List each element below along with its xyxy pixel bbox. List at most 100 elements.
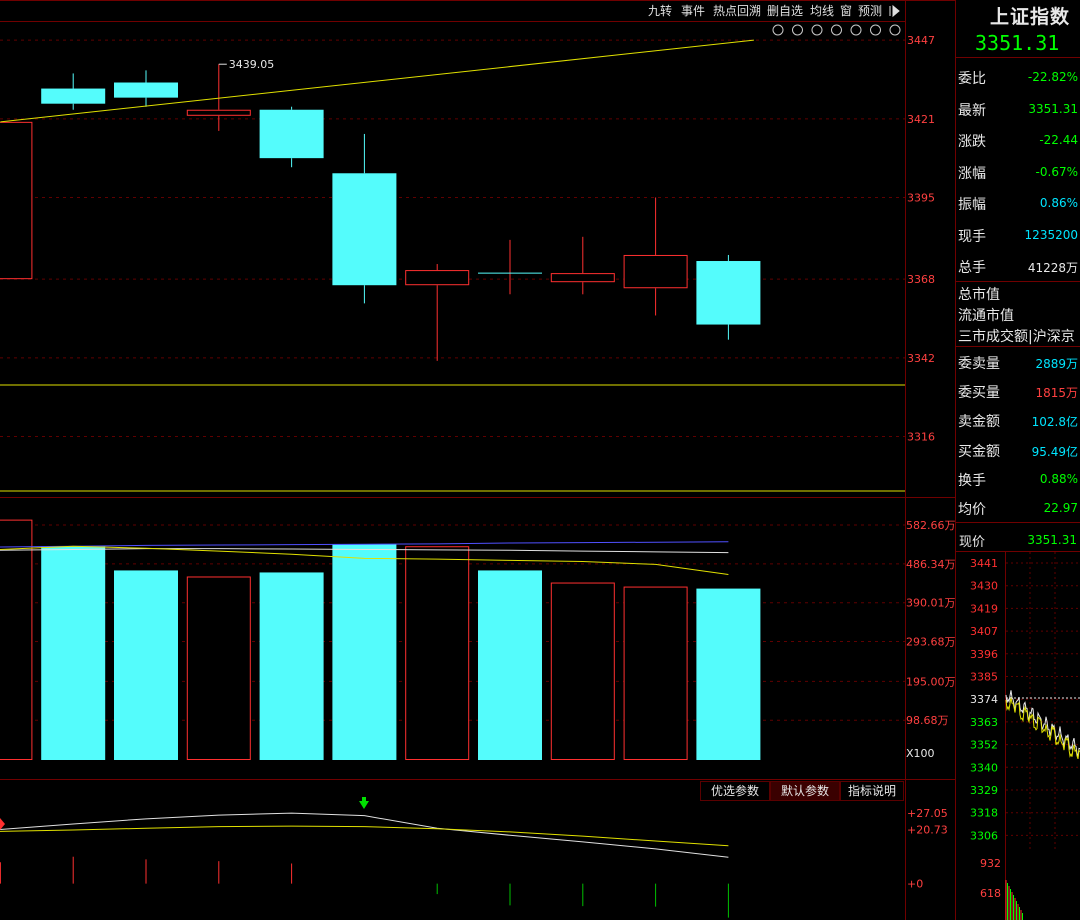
price-tick-label: 3447 [907, 34, 935, 47]
hand-icon[interactable] [792, 24, 803, 36]
candlestick-chart[interactable]: 3447 3421 3395 3368 3342 3316 3439.05 [0, 34, 935, 492]
quote-row-b-2: 卖金额 102.8亿 [955, 405, 1080, 434]
candle-body [623, 254, 688, 289]
quote-value: 0.86% [1039, 196, 1078, 210]
mini-vol-tick: 618 [980, 887, 1001, 900]
indicator-tick-label: +20.73 [907, 823, 948, 836]
tool-icons[interactable] [772, 24, 901, 36]
quote-key: 最新 [958, 102, 986, 119]
zoom-out-icon[interactable] [889, 24, 901, 36]
quote-key: 总手 [958, 260, 986, 276]
indicator-tick-label: +0 [907, 878, 923, 891]
eye-icon[interactable] [772, 24, 784, 36]
price-tick-label: 3395 [907, 191, 935, 204]
candle-body [332, 173, 397, 286]
now-price-value: 3351.31 [1027, 533, 1077, 547]
quote-key: 买金额 [958, 443, 1000, 460]
volume-tick-label: 582.66万 [906, 519, 956, 532]
volume-bar [0, 519, 33, 761]
volume-bar [332, 544, 397, 760]
quote-key: 振幅 [958, 197, 986, 213]
trend-line [0, 39, 754, 123]
quote-row-a-2: 涨跌 -22.44 [955, 125, 1080, 154]
quote-value: 1815万 [1035, 386, 1078, 401]
quote-plain-row-1: 流通市值 [958, 308, 1014, 324]
quote-row-b-3: 买金额 95.49亿 [955, 435, 1080, 464]
mini-price-tick: 3374 [970, 693, 998, 706]
volume-bar [405, 546, 470, 760]
indicator-line-1 [0, 825, 729, 847]
undo-icon[interactable] [811, 24, 823, 36]
volume-bar [696, 588, 761, 760]
index-name: 上证指数 [990, 6, 1071, 28]
mini-price-tick: 3340 [970, 761, 998, 774]
volume-tick-label: 486.34万 [906, 558, 956, 571]
quote-key: 委比 [958, 71, 986, 87]
volume-tick-label: 98.68万 [906, 714, 949, 727]
mini-price-tick: 3318 [970, 807, 998, 820]
mini-price-tick: 3363 [970, 716, 998, 729]
quote-value: 102.8亿 [1031, 415, 1078, 430]
mini-price-tick: 3419 [970, 602, 998, 615]
toolbar-item-2[interactable]: 热点回溯 [713, 3, 761, 18]
cross-up-arrow-icon [0, 818, 5, 830]
volume-bar [114, 570, 178, 760]
mini-price-tick: 3352 [970, 739, 998, 752]
quote-value: 95.49亿 [1031, 444, 1078, 459]
volume-bar [186, 576, 251, 760]
quote-key: 委买量 [958, 385, 1000, 402]
quote-value: 41228万 [1027, 261, 1078, 275]
quote-value: 3351.31 [1028, 101, 1078, 116]
indicator-help-button[interactable]: 指标说明 [840, 781, 904, 801]
volume-bar [550, 582, 615, 760]
quote-key: 委卖量 [958, 356, 1000, 372]
quote-row-a-4: 振幅 0.86% [955, 188, 1080, 217]
candle-body [550, 273, 615, 283]
quote-key: 现手 [958, 228, 986, 245]
quote-key: 均价 [958, 502, 986, 518]
mini-price-tick: 3407 [970, 625, 998, 638]
candle-body [696, 261, 761, 325]
volume-bar [41, 546, 106, 760]
quote-value: -22.82% [1027, 70, 1078, 84]
volume-tick-label: 195.00万 [906, 675, 956, 688]
indicator-chart[interactable]: +27.05 +20.73 +0 [0, 797, 948, 918]
chart-area[interactable]: 九转 事件 热点回溯 删自选 均线窗预测 3447 3421 3395 3368 3342 331… [0, 0, 1080, 920]
now-price-label: 现价 [959, 535, 986, 550]
quote-row-a-0: 委比 -22.82% [955, 62, 1080, 91]
toolbar-item-4[interactable]: 均线 [810, 4, 834, 18]
candle-body [259, 109, 324, 159]
candle-body [405, 270, 470, 286]
toolbar-item-0[interactable]: 九转 [648, 3, 672, 18]
quote-key: 涨跌 [958, 134, 986, 150]
toolbar-item-6[interactable]: 预测 [858, 4, 882, 18]
indicator-line-0 [0, 812, 729, 858]
volume-multiplier: X100 [906, 747, 935, 760]
quote-row-b-0: 委卖量 2889万 [955, 347, 1080, 376]
mini-price-tick: 3306 [970, 829, 998, 842]
quote-key: 换手 [958, 472, 986, 489]
mini-price-tick: 3329 [970, 784, 998, 797]
volume-chart[interactable]: 582.66万 486.34万 390.01万 293.68万 195.00万 98.68… [0, 519, 956, 761]
quote-value: -22.44 [1039, 133, 1078, 147]
zoom-in-icon[interactable] [870, 24, 881, 36]
volume-tick-label: 390.01万 [906, 597, 956, 610]
scissors-icon[interactable] [831, 24, 842, 36]
toolbar-item-1[interactable]: 事件 [681, 4, 705, 18]
optimize-params-button[interactable]: 优选参数 [700, 781, 770, 801]
candle-body [186, 109, 251, 116]
quote-value: 22.97 [1043, 501, 1078, 515]
candle-body [41, 88, 106, 104]
toolbar-item-5[interactable]: 窗 [840, 4, 852, 18]
mini-intraday-chart: 3441 3430 3419 3407 3396 3385 3374 3363 3352 3340… [970, 552, 1080, 920]
candle-body [0, 121, 33, 280]
toolbar-item-3[interactable]: 删自选 [767, 4, 803, 18]
mini-price-tick: 3441 [970, 557, 998, 570]
quote-value: -0.67% [1035, 164, 1078, 179]
lock-icon[interactable] [850, 24, 862, 36]
default-params-button[interactable]: 默认参数 [770, 781, 840, 801]
quote-key: 卖金额 [958, 414, 1000, 431]
price-tick-label: 3368 [907, 273, 935, 286]
toolbar[interactable]: 九转 事件 热点回溯 删自选 均线窗预测 [648, 3, 900, 18]
quote-row-a-5: 现手 1235200 [955, 220, 1080, 249]
